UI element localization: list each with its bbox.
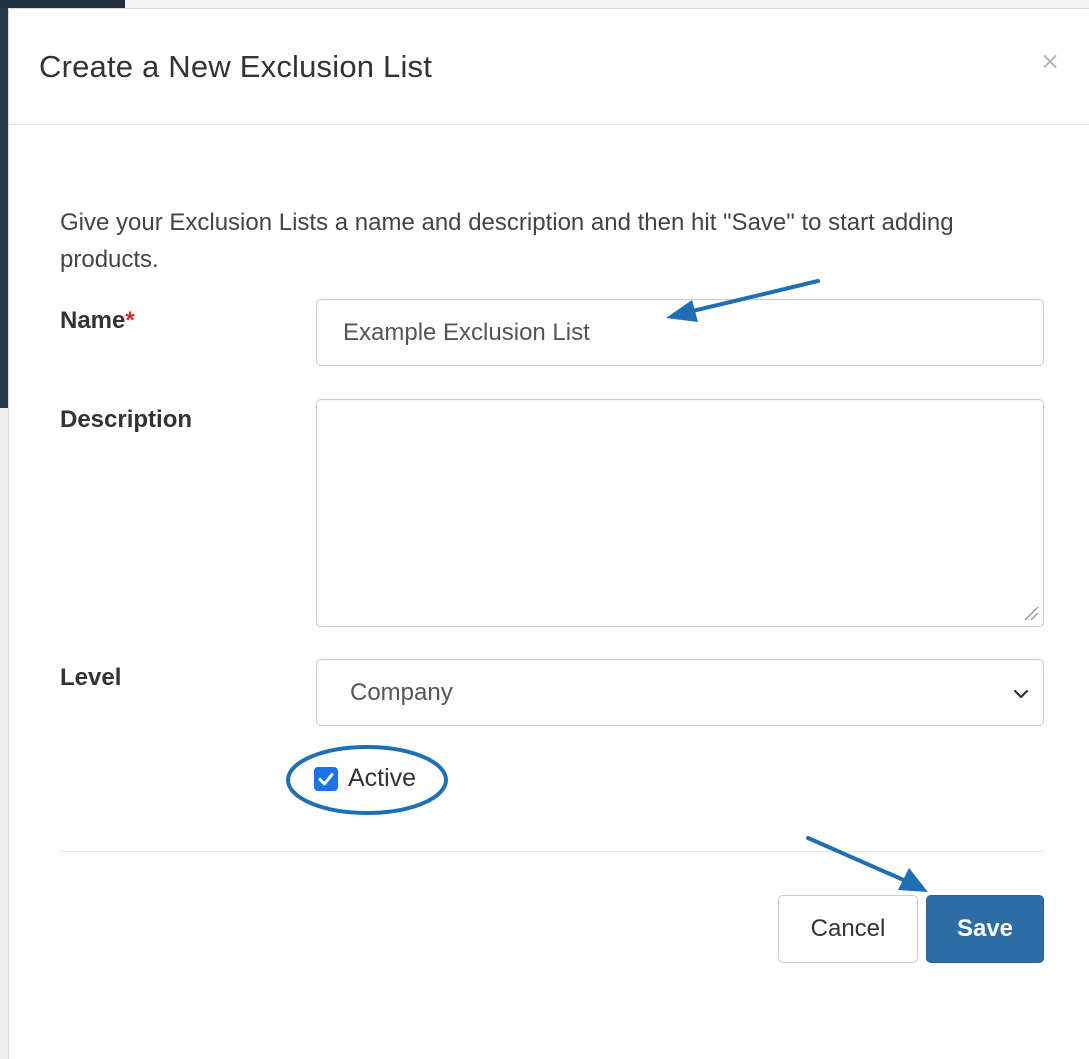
level-select[interactable]: Company <box>316 659 1044 726</box>
modal-header: Create a New Exclusion List × <box>9 9 1089 125</box>
save-button[interactable]: Save <box>926 895 1044 963</box>
chevron-down-icon <box>1013 689 1029 699</box>
create-exclusion-list-modal: Create a New Exclusion List × Give your … <box>8 8 1089 1059</box>
name-label-text: Name <box>60 307 126 334</box>
active-label: Active <box>348 764 417 792</box>
close-icon: × <box>1039 47 1061 75</box>
background-left-strip <box>0 8 8 1059</box>
cancel-button[interactable]: Cancel <box>778 895 918 963</box>
checkmark-icon <box>318 773 334 786</box>
name-input[interactable] <box>316 299 1044 366</box>
description-textarea[interactable] <box>316 399 1044 627</box>
name-label: Name* <box>60 307 135 335</box>
active-checkbox[interactable] <box>314 767 338 791</box>
background-top-strip <box>0 0 1089 8</box>
resize-grip-icon[interactable] <box>1021 603 1039 621</box>
modal-title: Create a New Exclusion List <box>39 49 433 84</box>
background-dark-segment <box>0 8 8 408</box>
intro-text: Give your Exclusion Lists a name and des… <box>60 209 954 273</box>
description-label: Description <box>60 406 193 433</box>
background-dark-segment <box>0 0 125 8</box>
close-button[interactable]: × <box>1036 47 1064 75</box>
level-label: Level <box>60 664 122 691</box>
level-select-value: Company <box>350 679 453 706</box>
required-marker: * <box>125 307 135 334</box>
footer-divider <box>60 851 1044 852</box>
